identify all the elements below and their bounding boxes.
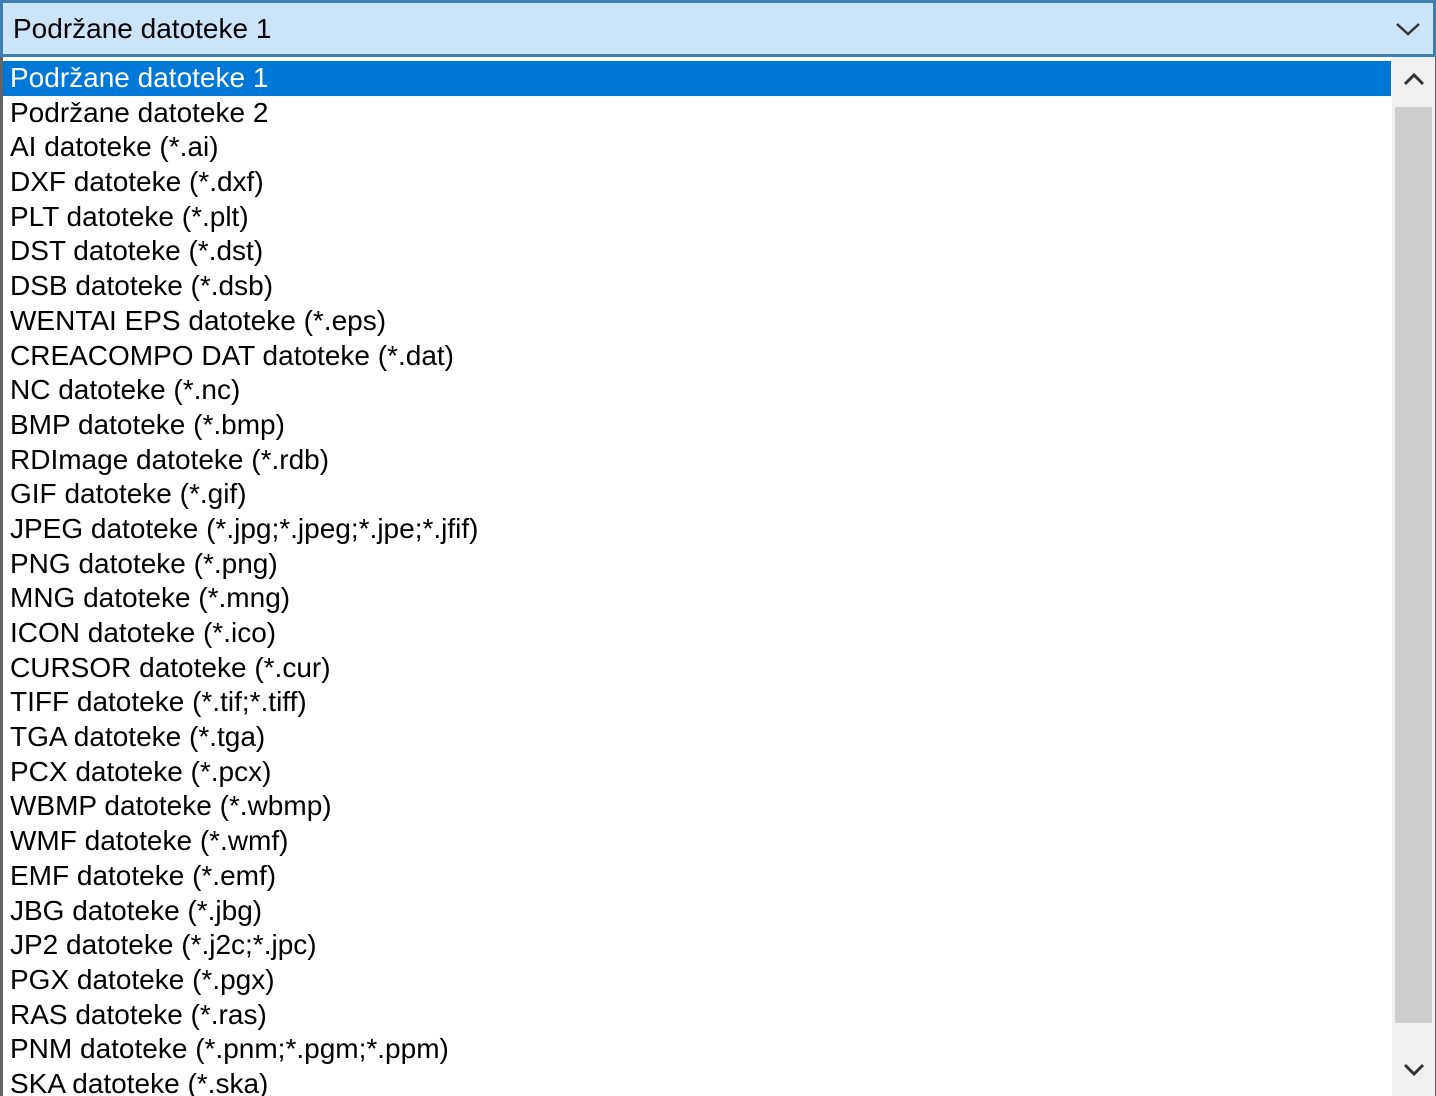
list-item[interactable]: NC datoteke (*.nc) <box>3 373 1391 408</box>
list-item[interactable]: PNG datoteke (*.png) <box>3 547 1391 582</box>
file-type-combobox[interactable]: Podržane datoteke 1 <box>0 0 1436 57</box>
list-item[interactable]: WENTAI EPS datoteke (*.eps) <box>3 304 1391 339</box>
list-item[interactable]: DST datoteke (*.dst) <box>3 234 1391 269</box>
list-item[interactable]: GIF datoteke (*.gif) <box>3 477 1391 512</box>
list-item[interactable]: Podržane datoteke 2 <box>3 96 1391 131</box>
list-item[interactable]: JBG datoteke (*.jbg) <box>3 894 1391 929</box>
combo-selected-value: Podržane datoteke 1 <box>13 12 272 44</box>
file-type-list: Podržane datoteke 1 Podržane datoteke 2 AI… <box>3 61 1391 1096</box>
chevron-up-icon <box>1402 71 1426 92</box>
list-item[interactable]: BMP datoteke (*.bmp) <box>3 408 1391 443</box>
dropdown-list: Podržane datoteke 1 Podržane datoteke 2 AI… <box>0 57 1436 1096</box>
list-item[interactable]: TIFF datoteke (*.tif;*.tiff) <box>3 685 1391 720</box>
list-item[interactable]: PLT datoteke (*.plt) <box>3 200 1391 235</box>
list-item[interactable]: JP2 datoteke (*.j2c;*.jpc) <box>3 928 1391 963</box>
list-item[interactable]: PCX datoteke (*.pcx) <box>3 755 1391 790</box>
scroll-up-button[interactable] <box>1392 57 1435 105</box>
list-item[interactable]: WMF datoteke (*.wmf) <box>3 824 1391 859</box>
list-item[interactable]: PGX datoteke (*.pgx) <box>3 963 1391 998</box>
file-type-dropdown: Podržane datoteke 1 Podržane datoteke 1P… <box>0 0 1436 1096</box>
list-item[interactable]: SKA datoteke (*.ska) <box>3 1067 1391 1096</box>
list-item[interactable]: JPEG datoteke (*.jpg;*.jpeg;*.jpe;*.jfif… <box>3 512 1391 547</box>
list-item[interactable]: RDImage datoteke (*.rdb) <box>3 443 1391 478</box>
chevron-down-icon <box>1402 1062 1426 1083</box>
list-item[interactable]: WBMP datoteke (*.wbmp) <box>3 789 1391 824</box>
list-item[interactable]: DSB datoteke (*.dsb) <box>3 269 1391 304</box>
list-item[interactable]: Podržane datoteke 1 <box>3 61 1391 96</box>
list-item[interactable]: DXF datoteke (*.dxf) <box>3 165 1391 200</box>
list-item[interactable]: AI datoteke (*.ai) <box>3 130 1391 165</box>
list-item[interactable]: EMF datoteke (*.emf) <box>3 859 1391 894</box>
scrollbar-thumb[interactable] <box>1395 107 1432 1023</box>
list-item[interactable]: CURSOR datoteke (*.cur) <box>3 651 1391 686</box>
list-item[interactable]: CREACOMPO DAT datoteke (*.dat) <box>3 339 1391 374</box>
list-item[interactable]: ICON datoteke (*.ico) <box>3 616 1391 651</box>
chevron-down-icon[interactable] <box>1383 3 1433 54</box>
vertical-scrollbar[interactable] <box>1392 57 1435 1096</box>
list-item[interactable]: PNM datoteke (*.pnm;*.pgm;*.ppm) <box>3 1032 1391 1067</box>
list-item[interactable]: RAS datoteke (*.ras) <box>3 998 1391 1033</box>
scroll-down-button[interactable] <box>1392 1048 1435 1096</box>
list-item[interactable]: TGA datoteke (*.tga) <box>3 720 1391 755</box>
list-item[interactable]: MNG datoteke (*.mng) <box>3 581 1391 616</box>
